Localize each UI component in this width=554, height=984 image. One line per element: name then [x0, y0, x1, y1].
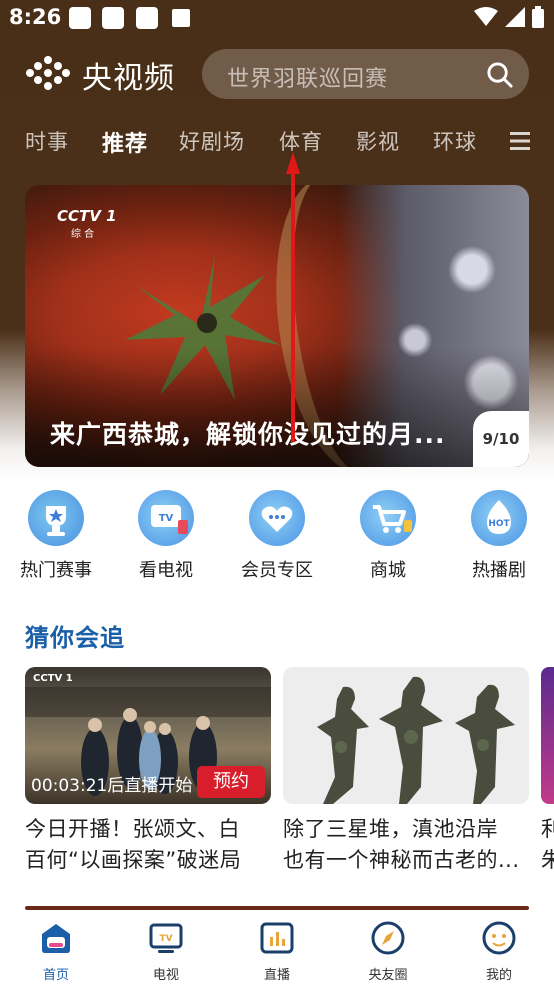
svg-text:TV: TV [159, 934, 172, 944]
peek-line2: 朱 [541, 848, 554, 872]
peek-card-text: 利 朱 [541, 814, 554, 876]
card-title-line1: 除了三星堆，滇池沿岸 [283, 817, 498, 841]
quick-label: 热门赛事 [20, 560, 92, 581]
compass-icon [371, 921, 405, 955]
quick-vip-zone[interactable]: 会员专区 [232, 490, 322, 582]
hot-icon: HOT [471, 490, 527, 546]
menu-icon[interactable] [510, 130, 530, 152]
svg-text:TV: TV [159, 513, 174, 524]
nav-tv[interactable]: TV 电视 [121, 920, 211, 983]
card-title-line2: 百何“以画探案”破迷局 [25, 848, 242, 872]
live-icon [260, 922, 294, 954]
quick-hot-drama[interactable]: HOT 热播剧 [454, 490, 544, 582]
profile-icon [482, 921, 516, 955]
top-header: 央视频 世界羽联巡回赛 [0, 44, 554, 104]
section-title: 猜你会追 [25, 624, 125, 652]
brand-title: 央视频 [82, 61, 175, 96]
nav-mine[interactable]: 我的 [454, 920, 544, 983]
nav-circle[interactable]: 央友圈 [343, 920, 433, 983]
category-tabs: 时事 推荐 好剧场 体育 影视 环球 [0, 118, 554, 164]
tab-film[interactable]: 影视 [356, 126, 400, 156]
status-time: 8:26 [9, 5, 62, 29]
quick-label: 商城 [370, 560, 406, 581]
status-bar: 8:26 [0, 0, 554, 36]
wifi-icon [474, 7, 498, 26]
notification-icon [136, 7, 158, 29]
quick-watch-tv[interactable]: TV 看电视 [121, 490, 211, 582]
quick-label: 热播剧 [472, 560, 526, 581]
tab-drama[interactable]: 好剧场 [179, 126, 245, 156]
nav-label: 直播 [263, 968, 290, 983]
vip-heart-icon [249, 490, 305, 546]
search-placeholder: 世界羽联巡回赛 [227, 67, 389, 92]
quick-label: 看电视 [139, 560, 193, 581]
bottom-nav: 首页 TV 电视 直播 央友圈 我的 [0, 910, 554, 984]
tab-recommend[interactable]: 推荐 [102, 126, 148, 158]
arrow-annotation-icon [286, 152, 300, 442]
nav-live[interactable]: 直播 [232, 920, 322, 983]
hero-banner[interactable]: CCTV 1 综 合 来广西恭城，解锁你没见过的月... 9/10 [25, 185, 529, 467]
notification-icon [69, 7, 91, 29]
peek-line1: 利 [541, 817, 554, 841]
signal-icon [505, 7, 525, 27]
card-thumbnail [283, 667, 529, 804]
banner-title: 来广西恭城，解锁你没见过的月... [50, 420, 446, 449]
card-thumbnail: CCTV 1 00:03:21后直播开始 预约 [25, 667, 271, 804]
reserve-button[interactable]: 预约 [197, 766, 265, 798]
system-icons [474, 6, 544, 28]
nav-home[interactable]: 首页 [11, 920, 101, 983]
quick-mall[interactable]: 商城 [343, 490, 433, 582]
channel-sub: 综 合 [71, 229, 95, 240]
card-title-line2: 也有一个神秘而古老的... [283, 848, 520, 872]
quick-hot-events[interactable]: 热门赛事 [11, 490, 101, 582]
peek-card-thumbnail[interactable] [541, 667, 554, 804]
tv-icon: TV [149, 923, 183, 953]
video-card[interactable]: 除了三星堆，滇池沿岸 也有一个神秘而古老的... [283, 667, 529, 876]
channel-logo: CCTV 1 [57, 207, 117, 225]
tv-icon: TV [138, 490, 194, 546]
search-bar[interactable]: 世界羽联巡回赛 [202, 49, 529, 99]
notification-icon [102, 7, 124, 29]
banner-pager: 9/10 [473, 411, 529, 467]
battery-icon [532, 6, 544, 28]
nav-label: 首页 [42, 968, 69, 983]
app-logo-icon [26, 56, 70, 90]
card-title-line1: 今日开播！张颂文、白 [25, 817, 240, 841]
nav-label: 我的 [485, 968, 512, 983]
svg-text:HOT: HOT [488, 519, 510, 529]
quick-entries: 热门赛事 TV 看电视 会员专区 商城 HOT 热播剧 [0, 490, 554, 590]
quick-label: 会员专区 [241, 560, 313, 581]
tab-global[interactable]: 环球 [433, 126, 477, 156]
nav-label: 电视 [152, 968, 179, 983]
home-icon [42, 924, 70, 953]
notification-icon [172, 9, 190, 27]
search-icon[interactable] [486, 61, 513, 88]
cart-icon [360, 490, 416, 546]
card-channel-tag: CCTV 1 [33, 673, 73, 684]
live-countdown: 00:03:21后直播开始 [31, 776, 193, 796]
trophy-icon [28, 490, 84, 546]
video-card[interactable]: CCTV 1 00:03:21后直播开始 预约 今日开播！张颂文、白 百何“以画… [25, 667, 271, 876]
nav-label: 央友圈 [368, 968, 408, 983]
tab-shishi[interactable]: 时事 [25, 126, 69, 156]
